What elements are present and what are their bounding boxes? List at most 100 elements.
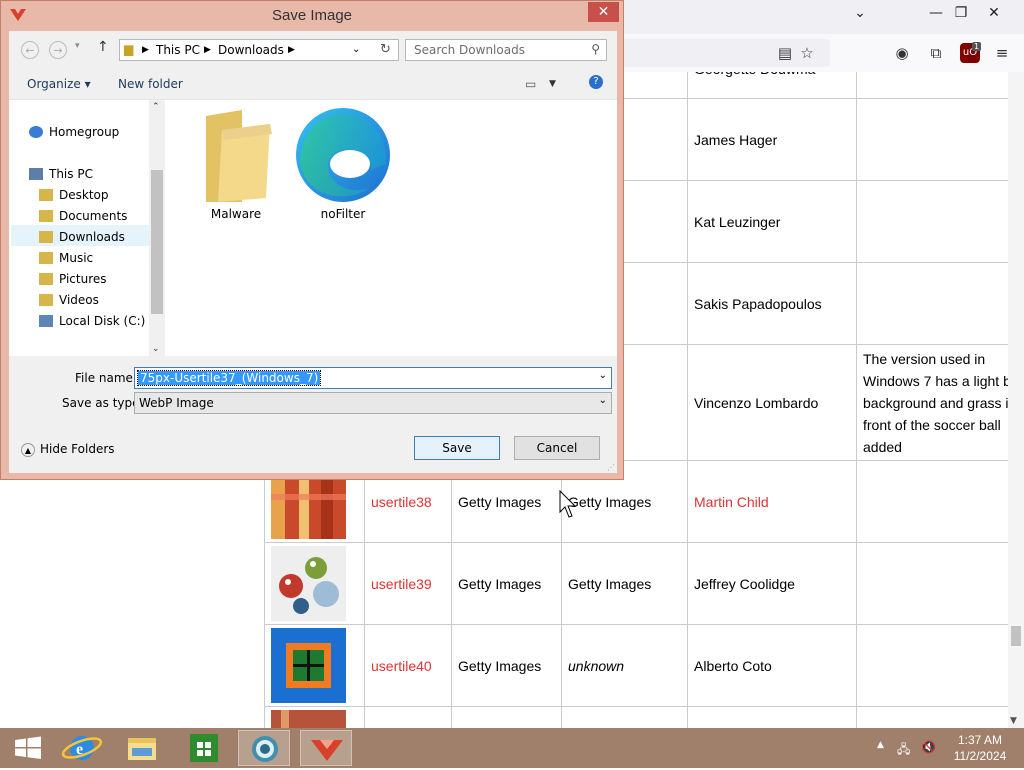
hide-folders-button[interactable]: ▲Hide Folders [21,442,115,457]
account-icon[interactable]: ◉ [892,43,912,63]
nav-item-music[interactable]: Music [39,248,93,269]
cell-author: James Hager [688,99,857,181]
nav-item-label: Pictures [59,272,107,286]
search-input[interactable]: Search Downloads [414,43,525,57]
forward-arrow-icon[interactable]: → [49,41,67,59]
reader-view-icon[interactable]: ▤ [775,43,795,63]
computer-icon [29,168,43,180]
cell-author [688,707,857,729]
dialog-titlebar[interactable]: Save Image ✕ [1,1,623,31]
cell-source: Getty Images [452,543,562,625]
breadcrumb-downloads[interactable]: Downloads [218,43,284,57]
cell-author[interactable]: Martin Child [688,461,857,543]
window-thumb[interactable] [271,628,346,703]
cell-name [365,707,452,729]
save-type-select[interactable]: WebP Image ⌄ [134,392,612,414]
up-arrow-icon[interactable]: ↑ [97,39,109,55]
folder-icon [39,231,53,243]
nav-scrollbar-thumb[interactable] [151,170,163,314]
file-name-value[interactable]: 75px-Usertile37_(Windows_7) [138,371,320,385]
page-scrollbar-thumb[interactable] [1011,626,1021,646]
edge-icon [294,106,392,204]
view-options-chevron-icon[interactable]: ▼ [549,79,556,89]
search-icon[interactable]: ⚲ [591,42,600,56]
help-icon[interactable]: ? [589,75,603,89]
new-folder-button[interactable]: New folder [118,77,183,91]
store-taskbar[interactable] [178,730,230,766]
cancel-button[interactable]: Cancel [514,436,600,460]
cell-note [857,625,1024,707]
app-taskbar[interactable] [238,730,290,766]
back-arrow-icon[interactable]: ← [21,41,39,59]
collapse-chevron-icon: ▲ [21,443,35,457]
internet-explorer-taskbar[interactable]: e [56,730,108,766]
nav-item-label: Local Disk (C:) [59,314,145,328]
url-bar[interactable]: ▤ ☆ [620,39,830,67]
address-dropdown-chevron-icon[interactable]: ⌄ [352,44,360,55]
breadcrumb-this-pc[interactable]: This PC [156,43,200,57]
nav-scrollbar[interactable]: ⌃ ⌄ [149,100,165,356]
search-downloads-box[interactable]: Search Downloads ⚲ [405,39,607,61]
app-menu-icon[interactable]: ≡ [992,43,1012,63]
organize-button[interactable]: Organize ▾ [27,77,91,91]
address-row: ← → ▾ ↑ ▆ ▶ This PC ▶ Downloads ▶ ⌄ ↻ Se… [9,31,617,69]
cell-name[interactable]: usertile40 [365,625,452,707]
cell-author: Alberto Coto [688,625,857,707]
file-name-input[interactable]: 75px-Usertile37_(Windows_7) ⌄ [134,367,612,389]
file-explorer-taskbar[interactable] [116,730,168,766]
save-type-chevron-icon[interactable]: ⌄ [599,395,607,406]
firefox-red-taskbar[interactable] [300,730,352,766]
nav-scroll-up-icon[interactable]: ⌃ [152,102,160,112]
nav-homegroup[interactable]: Homegroup [29,122,119,143]
list-tabs-chevron-icon[interactable]: ⌄ [844,2,876,24]
partial-thumb[interactable] [271,710,346,728]
nav-item-label: Desktop [59,188,109,202]
file-item-malware[interactable]: Malware [186,106,286,221]
nav-this-pc-label: This PC [49,167,93,181]
nav-item-desktop[interactable]: Desktop [39,185,109,206]
nav-item-videos[interactable]: Videos [39,290,99,311]
address-bar[interactable]: ▆ ▶ This PC ▶ Downloads ▶ ⌄ ↻ [119,39,399,61]
save-button[interactable]: Save [414,436,500,460]
change-view-icon[interactable]: ▭ [525,77,536,91]
nav-homegroup-label: Homegroup [49,125,119,139]
cell-author: Vincenzo Lombardo [688,345,857,461]
file-name-dropdown-chevron-icon[interactable]: ⌄ [599,370,607,381]
cell-note [857,461,1024,543]
volume-muted-icon[interactable]: 🔇 [921,740,936,754]
dialog-client: ← → ▾ ↑ ▆ ▶ This PC ▶ Downloads ▶ ⌄ ↻ Se… [9,31,617,473]
scroll-down-arrow-icon[interactable]: ▼ [1010,716,1017,726]
globe-app-icon [239,731,291,767]
resize-grip-icon[interactable]: ⋰ [607,463,615,472]
nav-item-local-disk-c[interactable]: Local Disk (C:) [39,311,145,332]
nav-item-documents[interactable]: Documents [39,206,127,227]
show-hidden-icons-icon[interactable]: ▲ [877,740,884,750]
taskbar-clock[interactable]: 1:37 AM 11/2/2024 [948,732,1012,764]
homegroup-icon [29,126,43,138]
close-window-icon[interactable]: ✕ [978,2,1010,24]
nav-item-downloads[interactable]: Downloads [39,227,125,248]
cell-note: The version used in Windows 7 has a ligh… [857,345,1024,461]
restore-icon[interactable]: ❐ [945,2,977,24]
cell-name[interactable]: usertile39 [365,543,452,625]
recent-locations-chevron-icon[interactable]: ▾ [75,41,80,51]
file-item-nofilter[interactable]: noFilter [293,106,393,221]
cell-author: Jeffrey Coolidge [688,543,857,625]
cell-note [857,707,1024,729]
cell-note [857,543,1024,625]
clock-time: 1:37 AM [948,732,1012,748]
page-scrollbar[interactable]: ▼ [1008,72,1024,728]
nav-item-pictures[interactable]: Pictures [39,269,107,290]
extensions-icon[interactable]: ⧉ [926,43,946,63]
dialog-close-button[interactable]: ✕ [588,2,619,22]
mouse-cursor-icon [559,490,579,520]
folder-icon [39,273,53,285]
bookmark-star-icon[interactable]: ☆ [797,43,817,63]
nav-this-pc[interactable]: This PC [29,164,93,185]
start-button[interactable] [2,730,54,766]
marbles-thumb[interactable] [271,546,346,621]
refresh-icon[interactable]: ↻ [380,42,391,57]
nav-scroll-down-icon[interactable]: ⌄ [152,344,160,354]
cell-note [857,72,1024,99]
network-icon[interactable]: 🖧 [897,740,910,761]
